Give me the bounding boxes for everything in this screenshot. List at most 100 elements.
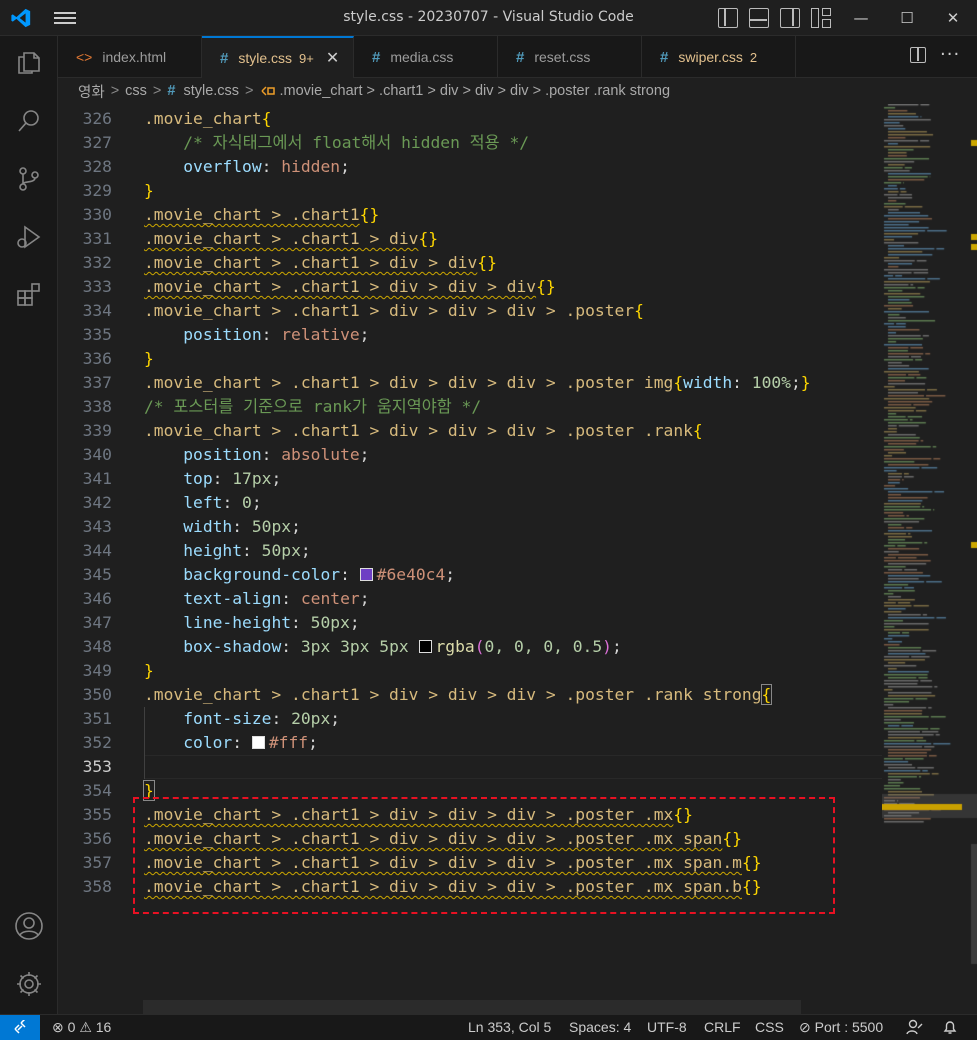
code-line[interactable]: 341 top: 17px; bbox=[58, 467, 882, 491]
code-token: ; bbox=[291, 517, 301, 536]
breadcrumb-separator: > bbox=[245, 83, 254, 99]
code-token: .movie_chart bbox=[144, 109, 262, 128]
customize-layout-icon[interactable] bbox=[811, 8, 831, 28]
source-control-icon[interactable] bbox=[0, 155, 58, 203]
split-editor-icon[interactable] bbox=[910, 47, 926, 63]
code-token: ; bbox=[340, 157, 350, 176]
tab-index-html[interactable]: <> index.html bbox=[58, 36, 202, 78]
code-token: 100% bbox=[751, 373, 791, 392]
code-token: } bbox=[144, 661, 154, 680]
minimize-button[interactable]: — bbox=[838, 0, 884, 36]
breadcrumb-folder-css[interactable]: css bbox=[125, 83, 147, 99]
code-line[interactable]: 329} bbox=[58, 179, 882, 203]
tab-label: reset.css bbox=[534, 49, 591, 65]
line-code: position: relative; bbox=[144, 323, 369, 347]
extensions-icon[interactable] bbox=[0, 271, 58, 319]
tab-reset-css[interactable]: # reset.css bbox=[498, 36, 642, 78]
breadcrumb: 영화 > css > # style.css > .movie_chart > … bbox=[58, 78, 977, 104]
problems-indicator[interactable]: ⊗ 0 ⚠ 16 bbox=[52, 1019, 111, 1036]
code-line[interactable]: 351 font-size: 20px; bbox=[58, 707, 882, 731]
explorer-icon[interactable] bbox=[0, 39, 58, 87]
line-number: 347 bbox=[82, 613, 112, 632]
code-line[interactable]: 326 .movie_chart{ bbox=[58, 107, 882, 131]
close-button[interactable]: ✕ bbox=[930, 0, 976, 36]
maximize-button[interactable]: ☐ bbox=[884, 0, 930, 36]
code-line[interactable]: 350 .movie_chart > .chart1 > div > div > … bbox=[58, 683, 882, 707]
code-line[interactable]: 342 left: 0; bbox=[58, 491, 882, 515]
code-line[interactable]: 327 /* 자식태그에서 float해서 hidden 적용 */ bbox=[58, 131, 882, 155]
code-line[interactable]: 340 position: absolute; bbox=[58, 443, 882, 467]
encoding[interactable]: UTF-8 bbox=[647, 1019, 687, 1035]
search-icon[interactable] bbox=[0, 97, 58, 145]
code-token: ; bbox=[359, 589, 370, 608]
close-tab-icon[interactable]: ✕ bbox=[326, 48, 339, 68]
color-swatch[interactable] bbox=[418, 640, 432, 653]
editor-tabs: <> index.html # style.css 9+ ✕ # media.c… bbox=[58, 36, 977, 78]
code-token: : bbox=[261, 325, 282, 344]
code-line[interactable]: 345 background-color: #6e40c4; bbox=[58, 563, 882, 587]
run-debug-icon[interactable] bbox=[0, 213, 58, 261]
code-line[interactable]: 339 .movie_chart > .chart1 > div > div > … bbox=[58, 419, 882, 443]
code-line[interactable]: 337 .movie_chart > .chart1 > div > div > … bbox=[58, 371, 882, 395]
code-line[interactable]: 343 width: 50px; bbox=[58, 515, 882, 539]
code-token: /* 포스터를 기준으로 rank가 움지역야함 */ bbox=[144, 397, 482, 416]
end-of-line[interactable]: CRLF bbox=[704, 1019, 741, 1035]
bell-icon[interactable] bbox=[942, 1019, 958, 1038]
code-token: box-shadow bbox=[183, 637, 282, 656]
code-line[interactable]: 349} bbox=[58, 659, 882, 683]
error-icon: ⊗ bbox=[52, 1019, 64, 1035]
code-line[interactable]: 331 .movie_chart > .chart1 > div{} bbox=[58, 227, 882, 251]
code-token: ; bbox=[349, 613, 360, 632]
breadcrumb-file[interactable]: style.css bbox=[183, 83, 239, 99]
code-line[interactable]: 332 .movie_chart > .chart1 > div > div{} bbox=[58, 251, 882, 275]
line-code: top: 17px; bbox=[144, 467, 281, 491]
breadcrumb-separator: > bbox=[110, 83, 120, 99]
color-swatch[interactable] bbox=[251, 736, 265, 749]
tab-swiper-css[interactable]: # swiper.css 2 bbox=[642, 36, 796, 78]
indentation[interactable]: Spaces: 4 bbox=[569, 1019, 631, 1035]
code-line[interactable]: 347 line-height: 50px; bbox=[58, 611, 882, 635]
code-line[interactable]: 346 text-align: center; bbox=[58, 587, 882, 611]
horizontal-scrollbar[interactable] bbox=[143, 1000, 801, 1014]
language-mode[interactable]: CSS bbox=[755, 1019, 784, 1035]
code-line[interactable]: 352 color: #fff; bbox=[58, 731, 882, 755]
breadcrumb-folder-root[interactable]: 영화 bbox=[78, 81, 105, 102]
code-line[interactable]: 336} bbox=[58, 347, 882, 371]
code-line[interactable]: 335 position: relative; bbox=[58, 323, 882, 347]
account-icon[interactable] bbox=[0, 902, 58, 950]
toggle-secondary-sidebar-icon[interactable] bbox=[780, 8, 800, 28]
indent-guide bbox=[144, 707, 145, 779]
code-line[interactable]: 328 overflow: hidden; bbox=[58, 155, 882, 179]
code-line[interactable]: 348 box-shadow: 3px 3px 5px rgba(0, 0, 0… bbox=[58, 635, 882, 659]
code-token: hidden bbox=[281, 157, 341, 176]
toggle-panel-icon[interactable] bbox=[749, 8, 769, 28]
code-token: } bbox=[144, 181, 154, 200]
code-line[interactable]: 333 .movie_chart > .chart1 > div > div > … bbox=[58, 275, 882, 299]
line-number: 357 bbox=[82, 853, 112, 872]
line-code: } bbox=[144, 347, 154, 371]
code-token: ; bbox=[445, 565, 456, 584]
tab-style-css[interactable]: # style.css 9+ ✕ bbox=[202, 36, 354, 78]
line-number: 333 bbox=[82, 277, 112, 296]
toggle-primary-sidebar-icon[interactable] bbox=[718, 8, 738, 28]
more-actions-icon[interactable]: ··· bbox=[940, 44, 960, 65]
code-line[interactable]: 330 .movie_chart > .chart1{} bbox=[58, 203, 882, 227]
feedback-icon[interactable] bbox=[906, 1019, 924, 1038]
settings-gear-icon[interactable] bbox=[0, 960, 58, 1008]
remote-icon[interactable] bbox=[0, 1015, 40, 1040]
color-swatch[interactable] bbox=[359, 568, 373, 581]
code-token: : bbox=[222, 493, 243, 512]
tab-media-css[interactable]: # media.css bbox=[354, 36, 498, 78]
code-line[interactable]: 338 /* 포스터를 기준으로 rank가 움지역야함 */ bbox=[58, 395, 882, 419]
code-line[interactable]: 353 bbox=[58, 755, 882, 779]
css-file-icon: # bbox=[516, 48, 525, 66]
code-token: ( bbox=[474, 637, 485, 656]
cursor-position[interactable]: Ln 353, Col 5 bbox=[468, 1019, 551, 1035]
breadcrumb-symbol[interactable]: .movie_chart > .chart1 > div > div > div… bbox=[280, 83, 671, 99]
code-line[interactable]: 334 .movie_chart > .chart1 > div > div > … bbox=[58, 299, 882, 323]
live-server-port[interactable]: ⊘ Port : 5500 bbox=[799, 1019, 883, 1036]
minimap[interactable] bbox=[882, 104, 977, 1014]
code-line[interactable]: 344 height: 50px; bbox=[58, 539, 882, 563]
